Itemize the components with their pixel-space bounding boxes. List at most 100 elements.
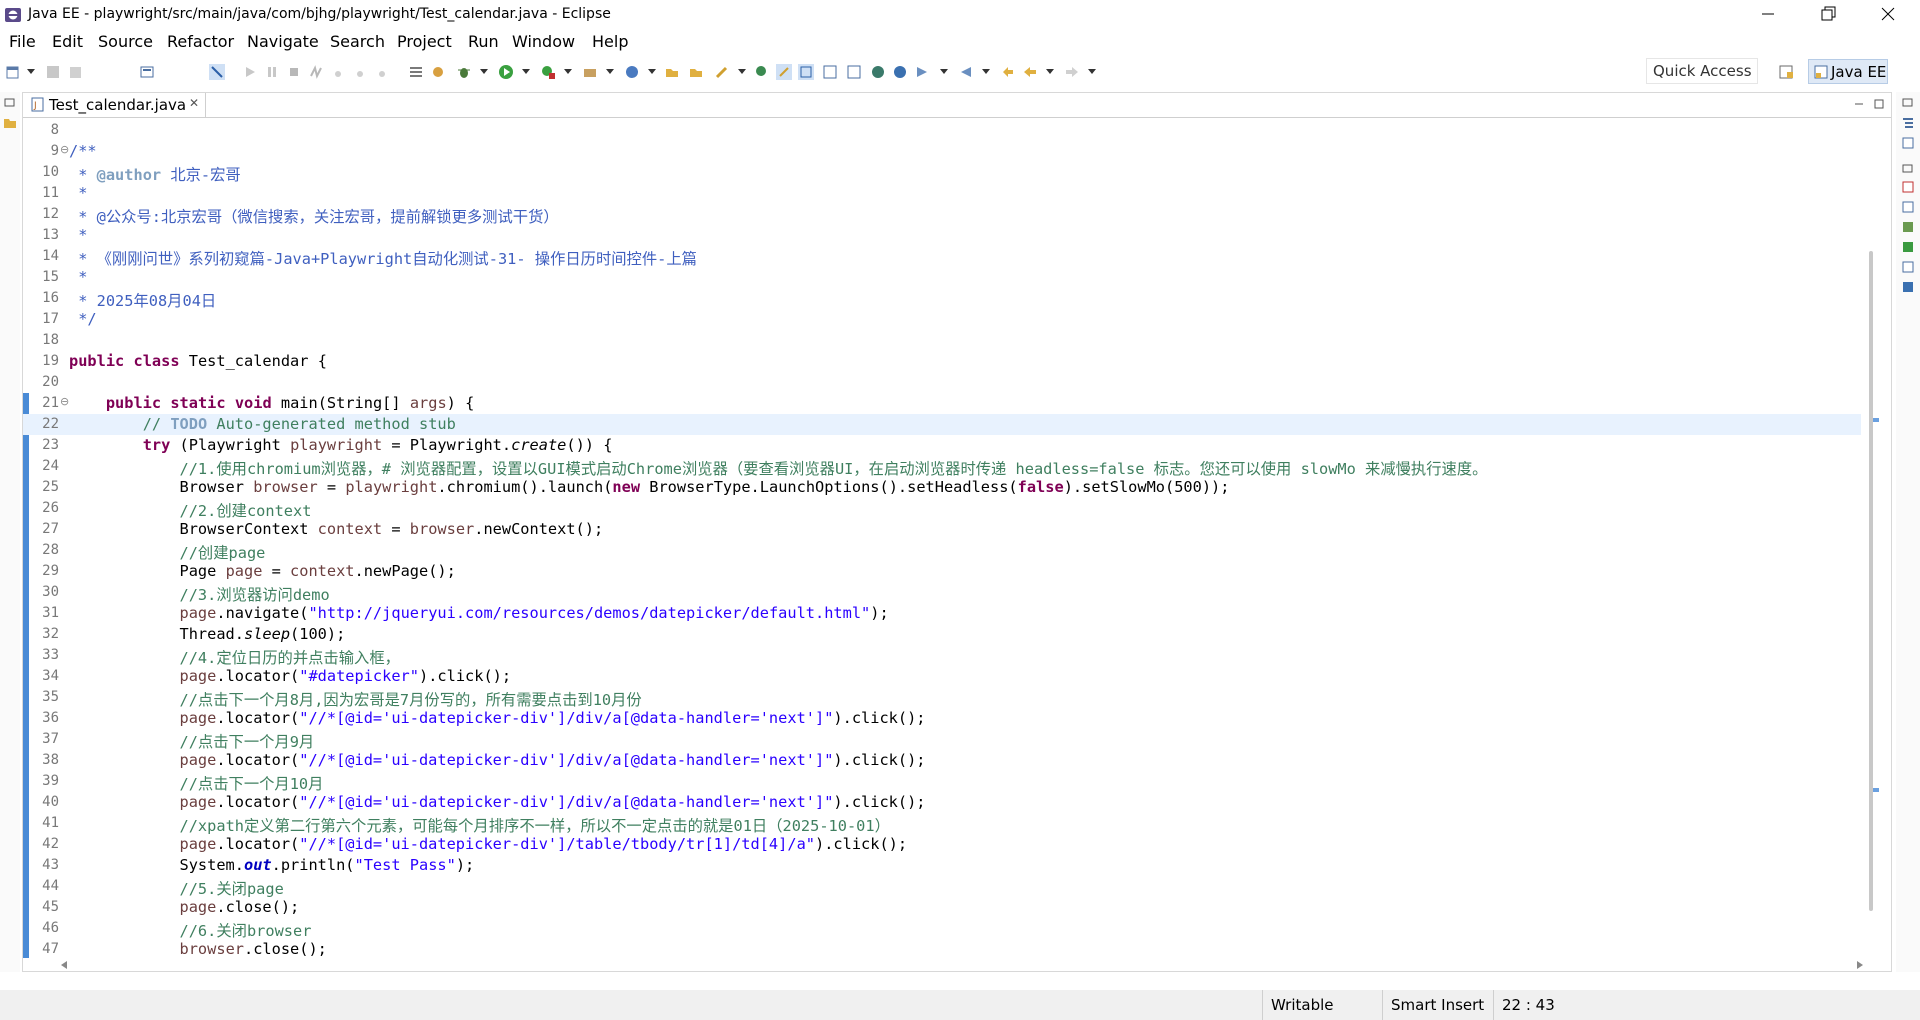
prev-annotation-icon[interactable]: [958, 64, 974, 80]
open-console-icon[interactable]: [139, 64, 155, 80]
code-line[interactable]: 29 Page page = context.newPage();: [23, 561, 1861, 582]
project-explorer-icon[interactable]: [3, 116, 17, 130]
pilcrow-icon[interactable]: [846, 64, 862, 80]
editor-tab-test-calendar[interactable]: J Test_calendar.java ✕: [27, 93, 206, 117]
debug-tools-icon[interactable]: [430, 64, 446, 80]
code-line[interactable]: 25 Browser browser = playwright.chromium…: [23, 477, 1861, 498]
code-line[interactable]: 20: [23, 372, 1861, 393]
step-return-icon[interactable]: [374, 64, 390, 80]
web-browser-icon[interactable]: [892, 64, 908, 80]
menu-navigate[interactable]: Navigate: [247, 32, 319, 51]
code-line[interactable]: 23 try (Playwright playwright = Playwrig…: [23, 435, 1861, 456]
markers-icon[interactable]: [1901, 180, 1915, 194]
servers-icon[interactable]: [1901, 220, 1915, 234]
console-icon[interactable]: [1901, 280, 1915, 294]
new-icon[interactable]: [5, 64, 21, 80]
code-line[interactable]: 30 //3.浏览器访问demo: [23, 582, 1861, 604]
last-edit-location-icon[interactable]: [1000, 64, 1016, 80]
status-insert-mode[interactable]: Smart Insert: [1382, 990, 1503, 1020]
run-dropdown[interactable]: [522, 69, 530, 74]
code-line[interactable]: 45 page.close();: [23, 897, 1861, 918]
restore-bottom-view-icon[interactable]: [1901, 162, 1915, 176]
outline-view-icon[interactable]: [1901, 116, 1915, 130]
code-line[interactable]: 46 //6.关闭browser: [23, 918, 1861, 940]
external-tools-dropdown[interactable]: [606, 69, 614, 74]
code-line[interactable]: 12 * @公众号:北京宏哥（微信搜索，关注宏哥，提前解锁更多测试干货）: [23, 204, 1861, 226]
code-line[interactable]: 31 page.navigate("http://jqueryui.com/re…: [23, 603, 1861, 624]
prev-annotation-dropdown[interactable]: [982, 69, 990, 74]
terminate-icon[interactable]: [286, 64, 302, 80]
code-line[interactable]: 34 page.locator("#datepicker").click();: [23, 666, 1861, 687]
restore-button[interactable]: [1800, 0, 1856, 30]
restore-right-view-icon[interactable]: [1901, 96, 1915, 110]
show-whitespace-icon[interactable]: [822, 64, 838, 80]
code-line[interactable]: 24 //1.使用chromium浏览器，# 浏览器配置，设置以GUI模式启动C…: [23, 456, 1861, 478]
run-icon[interactable]: [498, 64, 514, 80]
next-annotation-dropdown[interactable]: [940, 69, 948, 74]
outline-icon[interactable]: [408, 64, 424, 80]
code-line[interactable]: 38 page.locator("//*[@id='ui-datepicker-…: [23, 750, 1861, 771]
next-annotation-icon[interactable]: [914, 64, 930, 80]
resume-icon[interactable]: [242, 64, 258, 80]
new-dropdown[interactable]: [27, 69, 35, 74]
skip-breakpoints-icon[interactable]: [209, 64, 225, 80]
open-type-icon[interactable]: [664, 64, 680, 80]
code-line[interactable]: 19 public class Test_calendar {: [23, 351, 1861, 372]
minimize-button[interactable]: [1740, 0, 1796, 30]
new-java-project-icon[interactable]: [624, 64, 640, 80]
menu-project[interactable]: Project: [397, 32, 452, 51]
vertical-scrollbar-thumb[interactable]: [1869, 251, 1873, 911]
annotation-icon[interactable]: [754, 64, 770, 80]
code-line[interactable]: 43 System.out.println("Test Pass");: [23, 855, 1861, 876]
step-over-icon[interactable]: [352, 64, 368, 80]
code-line[interactable]: 47 browser.close();: [23, 939, 1861, 958]
search-icon[interactable]: [714, 64, 730, 80]
maximize-editor-icon[interactable]: [1873, 98, 1885, 110]
code-area[interactable]: 8 9/** ⊖ 10 * @author 北京-宏哥 11 * 12 * @公众号:北京…: [23, 118, 1861, 958]
code-line[interactable]: 36 page.locator("//*[@id='ui-datepicker-…: [23, 708, 1861, 729]
code-line[interactable]: 28 //创建page: [23, 540, 1861, 562]
minimize-editor-icon[interactable]: [1853, 98, 1865, 110]
debug-icon[interactable]: [456, 64, 472, 80]
fold-toggle-icon[interactable]: ⊖: [60, 143, 69, 156]
code-line[interactable]: 16 * 2025年08月04日: [23, 288, 1861, 310]
back-icon[interactable]: [1022, 64, 1038, 80]
code-line[interactable]: 22 // TODO Auto-generated method stub: [23, 414, 1861, 435]
new-java-dropdown[interactable]: [648, 69, 656, 74]
menu-run[interactable]: Run: [468, 32, 499, 51]
code-line[interactable]: 15 *: [23, 267, 1861, 288]
quick-access-field[interactable]: Quick Access: [1646, 58, 1758, 84]
code-line[interactable]: 35 //点击下一个月8月,因为宏哥是7月份写的，所有需要点击到10月份: [23, 687, 1861, 709]
properties-icon[interactable]: [1901, 200, 1915, 214]
menu-help[interactable]: Help: [592, 32, 628, 51]
code-line[interactable]: 39 //点击下一个月10月: [23, 771, 1861, 793]
open-resource-icon[interactable]: [688, 64, 704, 80]
scroll-left-icon[interactable]: [59, 959, 69, 971]
close-window-button[interactable]: [1860, 0, 1916, 30]
menu-file[interactable]: File: [9, 32, 36, 51]
forward-icon[interactable]: [1064, 64, 1080, 80]
code-line[interactable]: 13 *: [23, 225, 1861, 246]
coverage-icon[interactable]: [540, 64, 556, 80]
code-line[interactable]: 27 BrowserContext context = browser.newC…: [23, 519, 1861, 540]
fold-toggle-icon[interactable]: ⊖: [60, 395, 69, 408]
globe-icon[interactable]: [870, 64, 886, 80]
code-line[interactable]: 9 /** ⊖: [23, 141, 1861, 162]
forward-dropdown[interactable]: [1088, 69, 1096, 74]
debug-dropdown[interactable]: [480, 69, 488, 74]
overview-ruler[interactable]: [1863, 118, 1885, 958]
code-line[interactable]: 17 */: [23, 309, 1861, 330]
open-perspective-icon[interactable]: [1778, 64, 1794, 80]
close-tab-icon[interactable]: ✕: [189, 96, 199, 110]
code-line[interactable]: 37 //点击下一个月9月: [23, 729, 1861, 751]
menu-edit[interactable]: Edit: [52, 32, 83, 51]
scroll-right-icon[interactable]: [1855, 959, 1865, 971]
save-icon[interactable]: [45, 64, 61, 80]
code-line[interactable]: 21 public static void main(String[] args…: [23, 393, 1861, 414]
code-line[interactable]: 41 //xpath定义第二行第六个元素，可能每个月排序不一样，所以不一定点击的…: [23, 813, 1861, 835]
horizontal-scrollbar[interactable]: [59, 959, 1867, 971]
code-line[interactable]: 18: [23, 330, 1861, 351]
data-source-icon[interactable]: [1901, 240, 1915, 254]
java-ee-perspective-button[interactable]: Java EE: [1808, 59, 1888, 84]
disconnect-icon[interactable]: [308, 64, 324, 80]
